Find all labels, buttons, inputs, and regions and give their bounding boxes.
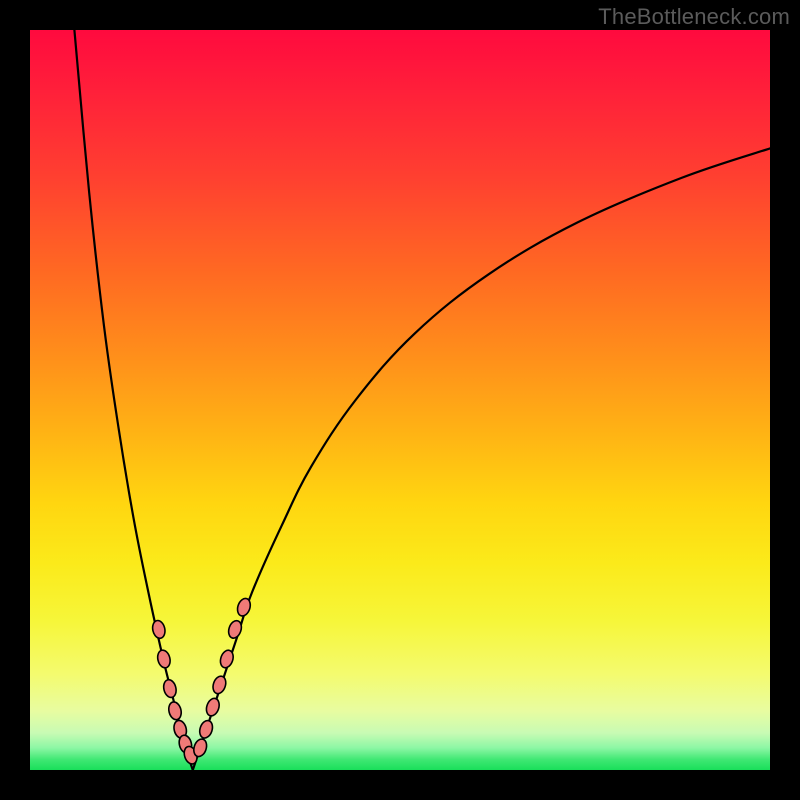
chart-frame: TheBottleneck.com — [0, 0, 800, 800]
marker-group — [151, 597, 252, 766]
curve-left-branch — [74, 30, 192, 770]
watermark-text: TheBottleneck.com — [598, 4, 790, 30]
data-marker — [198, 719, 215, 740]
curve-right-branch — [193, 148, 770, 770]
data-marker — [151, 619, 167, 639]
curves-layer — [30, 30, 770, 770]
data-marker — [162, 678, 178, 698]
data-marker — [167, 701, 183, 721]
data-marker — [211, 674, 228, 695]
data-marker — [156, 649, 172, 669]
plot-area — [30, 30, 770, 770]
data-marker — [204, 697, 221, 718]
